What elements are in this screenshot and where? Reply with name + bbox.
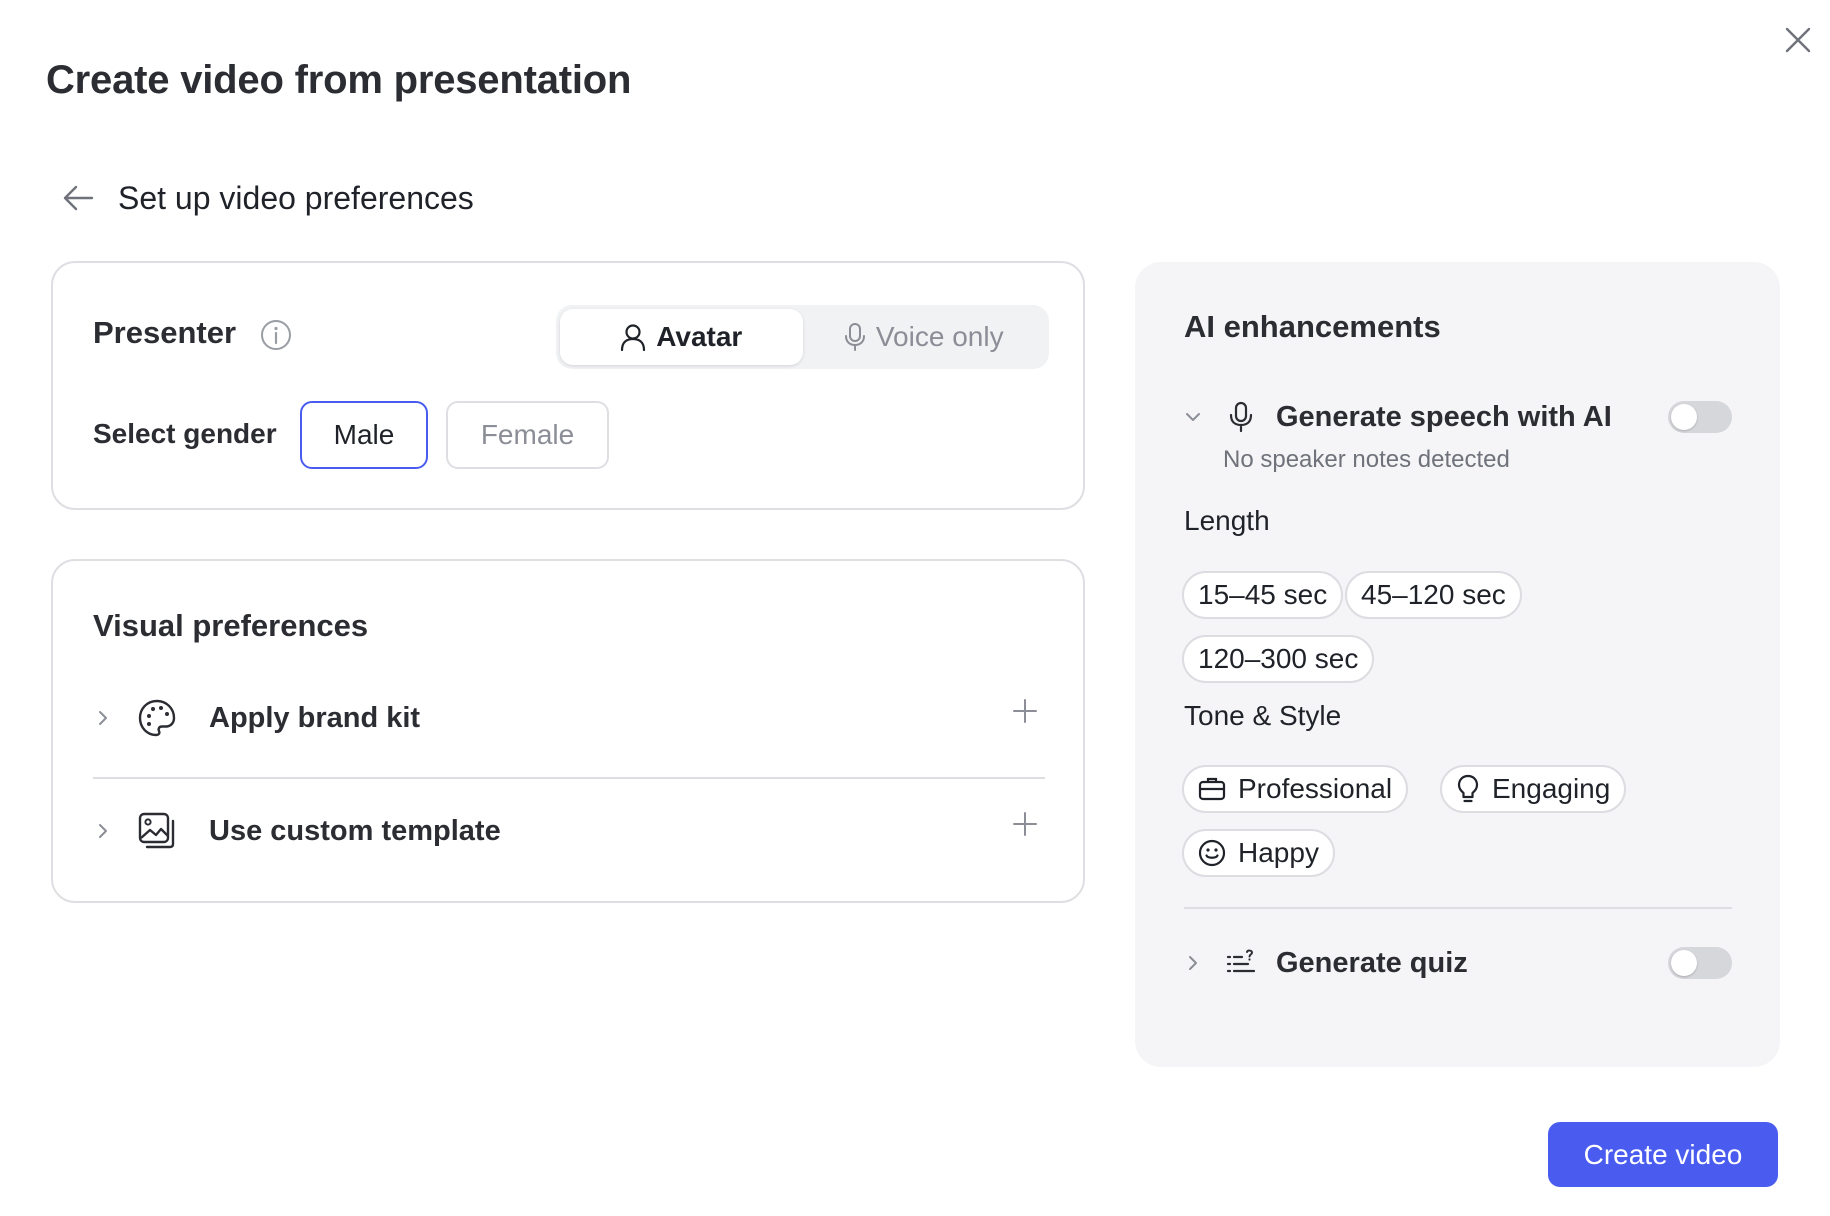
use-custom-template-row[interactable]: Use custom template — [93, 781, 1045, 881]
chip-label: Professional — [1238, 773, 1393, 804]
quiz-toggle[interactable] — [1668, 947, 1732, 979]
presenter-title: Presenter — [93, 315, 237, 350]
ai-title: AI enhancements — [1184, 309, 1441, 344]
length-chip[interactable]: 45–120 sec — [1345, 571, 1522, 619]
close-button[interactable] — [1778, 20, 1818, 60]
create-video-button[interactable]: Create video — [1548, 1122, 1778, 1187]
toggle-knob — [1671, 404, 1697, 430]
toggle-knob — [1671, 950, 1697, 976]
visual-preferences-card: Visual preferences Apply brand kit Use c… — [51, 559, 1085, 903]
visual-title: Visual preferences — [93, 608, 369, 643]
image-template-icon — [135, 809, 179, 853]
info-icon[interactable] — [259, 318, 293, 352]
tone-chip-happy[interactable]: Happy — [1182, 829, 1335, 877]
plus-icon[interactable] — [1009, 695, 1041, 727]
step-label: Set up video preferences — [118, 179, 474, 216]
gender-label: Select gender — [93, 418, 277, 449]
gender-option-male[interactable]: Male — [300, 401, 428, 469]
divider — [93, 777, 1045, 779]
close-icon — [1785, 27, 1811, 53]
chevron-right-icon — [93, 822, 113, 840]
dialog-title: Create video from presentation — [46, 58, 632, 102]
apply-brand-kit-row[interactable]: Apply brand kit — [93, 668, 1045, 768]
mode-option-label: Avatar — [656, 321, 743, 352]
plus-icon[interactable] — [1009, 808, 1041, 840]
generate-speech-row: Generate speech with AI — [1184, 400, 1732, 434]
speech-toggle[interactable] — [1668, 401, 1732, 433]
chip-label: Happy — [1238, 837, 1319, 868]
tone-chip-engaging[interactable]: Engaging — [1440, 765, 1627, 813]
length-chip[interactable]: 15–45 sec — [1182, 571, 1344, 619]
lightbulb-icon — [1457, 774, 1479, 803]
row-label: Apply brand kit — [209, 701, 421, 734]
presenter-card: Presenter Avatar Voice only Select gende… — [51, 261, 1085, 510]
row-label: Use custom template — [209, 814, 501, 847]
tone-chip-professional[interactable]: Professional — [1182, 765, 1409, 813]
speech-subtext: No speaker notes detected — [1223, 446, 1510, 473]
mode-option-avatar[interactable]: Avatar — [560, 309, 803, 365]
gender-option-female[interactable]: Female — [446, 401, 609, 469]
row-label: Generate quiz — [1276, 946, 1468, 979]
tone-label: Tone & Style — [1184, 700, 1342, 731]
mode-option-label: Voice only — [875, 321, 1004, 352]
ai-enhancements-panel: AI enhancements Generate speech with AI … — [1135, 262, 1780, 1067]
chip-label: Engaging — [1492, 773, 1611, 804]
palette-icon — [135, 696, 179, 740]
presenter-mode-toggle: Avatar Voice only — [556, 305, 1049, 369]
microphone-icon — [1226, 400, 1256, 434]
chevron-right-icon[interactable] — [1184, 954, 1202, 972]
arrow-left-icon — [63, 185, 94, 211]
smiley-icon — [1198, 839, 1226, 867]
quiz-list-icon — [1226, 946, 1256, 980]
row-label: Generate speech with AI — [1276, 400, 1612, 433]
person-icon — [621, 324, 646, 351]
chevron-right-icon — [93, 709, 113, 727]
microphone-icon — [844, 323, 865, 351]
divider — [1184, 907, 1732, 909]
chevron-down-icon[interactable] — [1184, 412, 1202, 422]
briefcase-icon — [1198, 777, 1226, 801]
mode-option-voice-only[interactable]: Voice only — [803, 309, 1046, 365]
length-chip[interactable]: 120–300 sec — [1182, 635, 1375, 683]
back-button[interactable] — [56, 176, 100, 220]
length-label: Length — [1184, 505, 1270, 536]
generate-quiz-row: Generate quiz — [1184, 946, 1732, 980]
step-header: Set up video preferences — [56, 176, 474, 220]
